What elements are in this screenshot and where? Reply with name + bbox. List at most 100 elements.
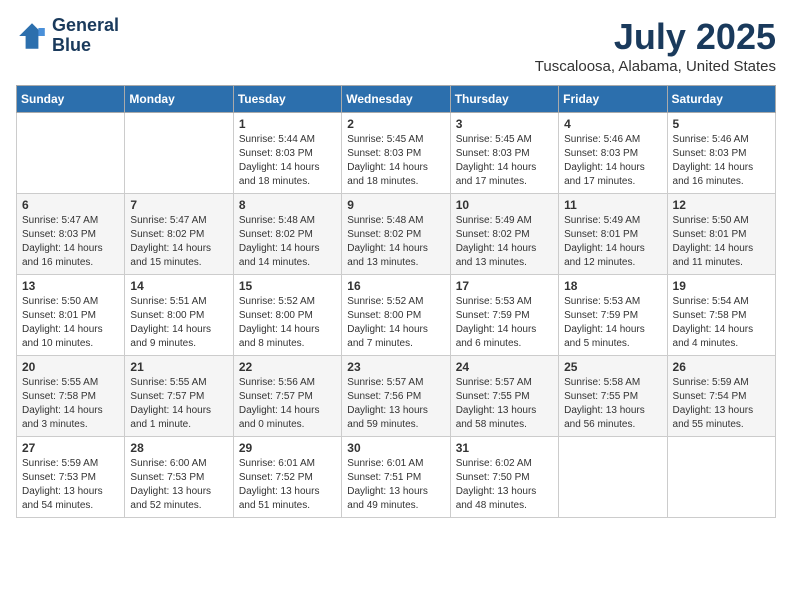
day-number: 24 xyxy=(456,360,553,374)
day-number: 27 xyxy=(22,441,119,455)
sunset-label: Sunset: 7:59 PM xyxy=(564,310,638,321)
daylight-label: Daylight: 14 hours and 4 minutes. xyxy=(673,324,754,349)
day-number: 12 xyxy=(673,198,770,212)
day-number: 9 xyxy=(347,198,444,212)
day-number: 26 xyxy=(673,360,770,374)
weekday-header-friday: Friday xyxy=(559,86,667,113)
sunrise-label: Sunrise: 5:55 AM xyxy=(22,377,98,388)
sunrise-label: Sunrise: 5:48 AM xyxy=(347,215,423,226)
daylight-label: Daylight: 14 hours and 3 minutes. xyxy=(22,405,103,430)
calendar-cell: 20 Sunrise: 5:55 AM Sunset: 7:58 PM Dayl… xyxy=(17,356,125,437)
sunset-label: Sunset: 8:02 PM xyxy=(239,229,313,240)
calendar-cell: 13 Sunrise: 5:50 AM Sunset: 8:01 PM Dayl… xyxy=(17,275,125,356)
day-info: Sunrise: 5:53 AM Sunset: 7:59 PM Dayligh… xyxy=(456,295,553,351)
sunset-label: Sunset: 8:03 PM xyxy=(22,229,96,240)
day-number: 30 xyxy=(347,441,444,455)
sunset-label: Sunset: 7:50 PM xyxy=(456,472,530,483)
calendar-cell: 16 Sunrise: 5:52 AM Sunset: 8:00 PM Dayl… xyxy=(342,275,450,356)
sunset-label: Sunset: 7:55 PM xyxy=(564,391,638,402)
day-number: 4 xyxy=(564,117,661,131)
calendar-cell: 25 Sunrise: 5:58 AM Sunset: 7:55 PM Dayl… xyxy=(559,356,667,437)
daylight-label: Daylight: 13 hours and 55 minutes. xyxy=(673,405,754,430)
calendar-cell: 31 Sunrise: 6:02 AM Sunset: 7:50 PM Dayl… xyxy=(450,437,558,518)
calendar-week-row: 1 Sunrise: 5:44 AM Sunset: 8:03 PM Dayli… xyxy=(17,113,776,194)
day-info: Sunrise: 5:52 AM Sunset: 8:00 PM Dayligh… xyxy=(347,295,444,351)
daylight-label: Daylight: 13 hours and 48 minutes. xyxy=(456,486,537,511)
sunset-label: Sunset: 8:01 PM xyxy=(564,229,638,240)
day-number: 21 xyxy=(130,360,227,374)
sunset-label: Sunset: 8:00 PM xyxy=(239,310,313,321)
day-info: Sunrise: 5:54 AM Sunset: 7:58 PM Dayligh… xyxy=(673,295,770,351)
day-number: 15 xyxy=(239,279,336,293)
sunset-label: Sunset: 7:58 PM xyxy=(673,310,747,321)
daylight-label: Daylight: 13 hours and 54 minutes. xyxy=(22,486,103,511)
sunrise-label: Sunrise: 5:47 AM xyxy=(130,215,206,226)
day-info: Sunrise: 6:02 AM Sunset: 7:50 PM Dayligh… xyxy=(456,457,553,513)
calendar-cell: 21 Sunrise: 5:55 AM Sunset: 7:57 PM Dayl… xyxy=(125,356,233,437)
day-number: 1 xyxy=(239,117,336,131)
day-info: Sunrise: 6:01 AM Sunset: 7:51 PM Dayligh… xyxy=(347,457,444,513)
sunset-label: Sunset: 8:02 PM xyxy=(456,229,530,240)
daylight-label: Daylight: 14 hours and 10 minutes. xyxy=(22,324,103,349)
day-number: 8 xyxy=(239,198,336,212)
day-number: 28 xyxy=(130,441,227,455)
sunset-label: Sunset: 8:00 PM xyxy=(347,310,421,321)
sunset-label: Sunset: 7:56 PM xyxy=(347,391,421,402)
sunrise-label: Sunrise: 6:00 AM xyxy=(130,458,206,469)
sunset-label: Sunset: 8:02 PM xyxy=(347,229,421,240)
day-number: 5 xyxy=(673,117,770,131)
day-info: Sunrise: 5:48 AM Sunset: 8:02 PM Dayligh… xyxy=(239,214,336,270)
sunrise-label: Sunrise: 5:45 AM xyxy=(347,134,423,145)
sunrise-label: Sunrise: 5:49 AM xyxy=(456,215,532,226)
weekday-header-monday: Monday xyxy=(125,86,233,113)
sunrise-label: Sunrise: 5:59 AM xyxy=(22,458,98,469)
calendar-cell: 23 Sunrise: 5:57 AM Sunset: 7:56 PM Dayl… xyxy=(342,356,450,437)
daylight-label: Daylight: 14 hours and 9 minutes. xyxy=(130,324,211,349)
calendar-cell xyxy=(17,113,125,194)
logo-line1: General xyxy=(52,16,119,36)
daylight-label: Daylight: 13 hours and 58 minutes. xyxy=(456,405,537,430)
weekday-header-thursday: Thursday xyxy=(450,86,558,113)
calendar-cell: 15 Sunrise: 5:52 AM Sunset: 8:00 PM Dayl… xyxy=(233,275,341,356)
sunset-label: Sunset: 7:57 PM xyxy=(239,391,313,402)
sunset-label: Sunset: 8:03 PM xyxy=(239,148,313,159)
day-info: Sunrise: 5:52 AM Sunset: 8:00 PM Dayligh… xyxy=(239,295,336,351)
day-number: 20 xyxy=(22,360,119,374)
day-info: Sunrise: 5:46 AM Sunset: 8:03 PM Dayligh… xyxy=(673,133,770,189)
day-info: Sunrise: 5:48 AM Sunset: 8:02 PM Dayligh… xyxy=(347,214,444,270)
day-info: Sunrise: 5:45 AM Sunset: 8:03 PM Dayligh… xyxy=(456,133,553,189)
calendar-cell: 9 Sunrise: 5:48 AM Sunset: 8:02 PM Dayli… xyxy=(342,194,450,275)
daylight-label: Daylight: 14 hours and 16 minutes. xyxy=(22,243,103,268)
day-info: Sunrise: 5:56 AM Sunset: 7:57 PM Dayligh… xyxy=(239,376,336,432)
calendar-cell: 24 Sunrise: 5:57 AM Sunset: 7:55 PM Dayl… xyxy=(450,356,558,437)
calendar-cell xyxy=(667,437,775,518)
daylight-label: Daylight: 14 hours and 13 minutes. xyxy=(347,243,428,268)
daylight-label: Daylight: 14 hours and 17 minutes. xyxy=(564,162,645,187)
daylight-label: Daylight: 13 hours and 56 minutes. xyxy=(564,405,645,430)
calendar-cell: 27 Sunrise: 5:59 AM Sunset: 7:53 PM Dayl… xyxy=(17,437,125,518)
calendar-cell: 11 Sunrise: 5:49 AM Sunset: 8:01 PM Dayl… xyxy=(559,194,667,275)
sunrise-label: Sunrise: 5:50 AM xyxy=(22,296,98,307)
sunrise-label: Sunrise: 5:58 AM xyxy=(564,377,640,388)
sunrise-label: Sunrise: 5:53 AM xyxy=(456,296,532,307)
daylight-label: Daylight: 14 hours and 18 minutes. xyxy=(347,162,428,187)
daylight-label: Daylight: 14 hours and 1 minute. xyxy=(130,405,211,430)
sunrise-label: Sunrise: 6:02 AM xyxy=(456,458,532,469)
day-number: 17 xyxy=(456,279,553,293)
logo-line2: Blue xyxy=(52,36,119,56)
calendar-cell: 12 Sunrise: 5:50 AM Sunset: 8:01 PM Dayl… xyxy=(667,194,775,275)
sunset-label: Sunset: 7:51 PM xyxy=(347,472,421,483)
sunrise-label: Sunrise: 6:01 AM xyxy=(239,458,315,469)
calendar-week-row: 27 Sunrise: 5:59 AM Sunset: 7:53 PM Dayl… xyxy=(17,437,776,518)
logo: General Blue xyxy=(16,16,119,56)
calendar-cell: 10 Sunrise: 5:49 AM Sunset: 8:02 PM Dayl… xyxy=(450,194,558,275)
sunset-label: Sunset: 7:59 PM xyxy=(456,310,530,321)
sunset-label: Sunset: 7:53 PM xyxy=(130,472,204,483)
daylight-label: Daylight: 14 hours and 17 minutes. xyxy=(456,162,537,187)
sunset-label: Sunset: 7:54 PM xyxy=(673,391,747,402)
daylight-label: Daylight: 14 hours and 8 minutes. xyxy=(239,324,320,349)
sunset-label: Sunset: 8:01 PM xyxy=(673,229,747,240)
calendar-cell: 28 Sunrise: 6:00 AM Sunset: 7:53 PM Dayl… xyxy=(125,437,233,518)
sunset-label: Sunset: 7:52 PM xyxy=(239,472,313,483)
daylight-label: Daylight: 14 hours and 6 minutes. xyxy=(456,324,537,349)
